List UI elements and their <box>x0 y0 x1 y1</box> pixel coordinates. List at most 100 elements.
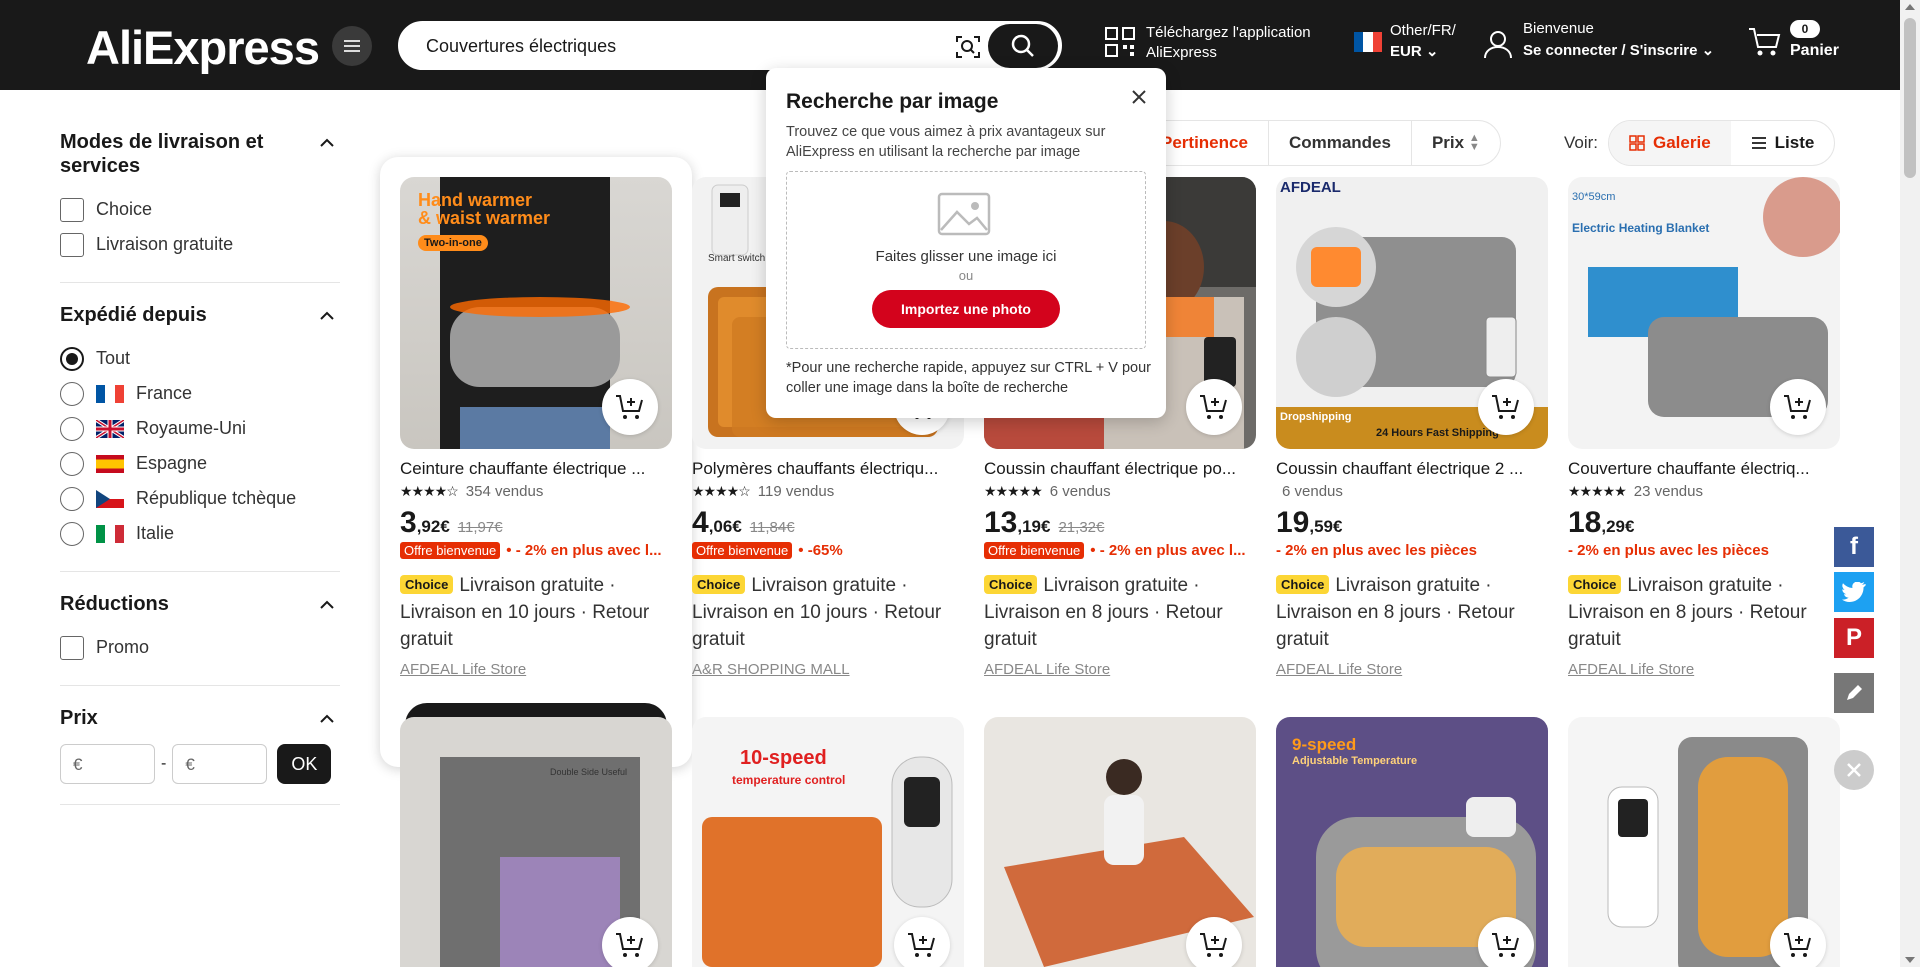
product-card[interactable]: 30*59cm Electric Heating Blanket Couvert… <box>1568 177 1840 678</box>
ship-from-italy[interactable]: Italie <box>60 516 340 551</box>
sort-orders[interactable]: Commandes <box>1267 121 1411 165</box>
add-to-cart-button[interactable] <box>1478 379 1534 435</box>
cart-label: Panier <box>1790 42 1839 59</box>
radio-button[interactable] <box>60 451 84 476</box>
add-to-cart-button[interactable] <box>1478 917 1534 967</box>
scrollbar-thumb[interactable] <box>1904 18 1916 178</box>
upload-photo-button[interactable]: Importez une photo <box>872 290 1060 328</box>
scroll-up-arrow-icon[interactable] <box>1905 4 1915 10</box>
welcome-offer-badge: Offre bienvenue <box>400 542 501 559</box>
checkbox[interactable] <box>60 197 84 222</box>
product-title[interactable]: Couverture chauffante électriq... <box>1568 459 1840 479</box>
store-link[interactable]: AFDEAL Life Store <box>400 661 672 678</box>
ship-from-all[interactable]: Tout <box>60 341 340 376</box>
radio-button[interactable] <box>60 416 84 441</box>
product-card[interactable]: Double Side Useful <box>400 717 672 967</box>
store-link[interactable]: AFDEAL Life Store <box>1568 661 1840 678</box>
price-min-input[interactable]: € <box>60 744 155 784</box>
store-link[interactable]: AFDEAL Life Store <box>1276 661 1548 678</box>
aliexpress-logo[interactable]: AliExpress <box>86 20 320 75</box>
close-icon[interactable] <box>1130 88 1148 106</box>
add-to-cart-button[interactable] <box>602 379 658 435</box>
or-text: ou <box>958 268 974 283</box>
product-card[interactable]: 9-speed Adjustable Temperature <box>1276 717 1548 967</box>
twitter-share-button[interactable] <box>1834 572 1874 612</box>
product-image[interactable]: Hand warmer & waist warmer Two-in-one <box>400 177 672 449</box>
ship-from-czech[interactable]: République tchèque <box>60 481 340 516</box>
product-image[interactable]: 10-speed temperature control <box>692 717 964 967</box>
sign-in-link[interactable]: Se connecter / S'inscrire ⌄ <box>1523 41 1714 59</box>
product-card[interactable]: 10-speed temperature control <box>692 717 964 967</box>
product-title[interactable]: Ceinture chauffante électrique ... <box>400 459 672 479</box>
product-card[interactable] <box>984 717 1256 967</box>
page-scrollbar[interactable] <box>1900 0 1920 967</box>
image-caption: 24 Hours Fast Shipping <box>1376 427 1499 439</box>
product-image[interactable] <box>1568 717 1840 967</box>
view-gallery[interactable]: Galerie <box>1609 121 1731 165</box>
filter-option-free-shipping[interactable]: Livraison gratuite <box>60 227 340 262</box>
image-search-icon[interactable] <box>954 33 982 61</box>
ship-from-france[interactable]: France <box>60 376 340 411</box>
download-app-link[interactable]: Téléchargez l'application AliExpress <box>1104 24 1324 68</box>
search-icon <box>1011 34 1034 57</box>
radio-button[interactable] <box>60 521 84 546</box>
filter-option-choice[interactable]: Choice <box>60 192 340 227</box>
product-card[interactable]: Hand warmer & waist warmer Two-in-one Cei… <box>400 177 672 678</box>
add-to-cart-button[interactable] <box>1770 917 1826 967</box>
shipping-info: Choice Livraison gratuite · Livraison en … <box>692 575 942 650</box>
product-card[interactable]: AFDEAL Dropshipping 24 Hours Fast Shippi… <box>1276 177 1548 678</box>
radio-button[interactable] <box>60 346 84 371</box>
product-image[interactable]: 9-speed Adjustable Temperature <box>1276 717 1548 967</box>
checkbox[interactable] <box>60 635 84 660</box>
add-to-cart-button[interactable] <box>1186 917 1242 967</box>
chevron-up-icon[interactable] <box>320 712 334 726</box>
welcome-offer-badge: Offre bienvenue <box>984 542 1085 559</box>
store-link[interactable]: A&R SHOPPING MALL <box>692 661 964 678</box>
category-menu-button[interactable] <box>332 26 372 66</box>
product-image[interactable] <box>984 717 1256 967</box>
product-image[interactable]: 30*59cm Electric Heating Blanket <box>1568 177 1840 449</box>
edit-share-button[interactable] <box>1834 673 1874 713</box>
user-icon <box>1484 31 1512 59</box>
chevron-up-icon[interactable] <box>320 136 334 150</box>
product-rating: ★★★★☆ 354 vendus <box>400 483 672 500</box>
choice-badge: Choice <box>984 575 1038 594</box>
chevron-up-icon[interactable] <box>320 309 334 323</box>
add-to-cart-button[interactable] <box>894 917 950 967</box>
facebook-share-button[interactable]: f <box>1834 527 1874 567</box>
option-label: Choice <box>96 199 153 219</box>
product-title[interactable]: Coussin chauffant électrique 2 ... <box>1276 459 1548 479</box>
product-title[interactable]: Coussin chauffant électrique po... <box>984 459 1256 479</box>
product-image[interactable]: Double Side Useful <box>400 717 672 967</box>
add-to-cart-button[interactable] <box>1186 379 1242 435</box>
option-label: Livraison gratuite <box>96 234 234 254</box>
close-share-button[interactable] <box>1834 750 1874 790</box>
pinterest-share-button[interactable]: P <box>1834 618 1874 658</box>
chevron-up-icon[interactable] <box>320 598 334 612</box>
spain-flag-icon <box>96 454 124 473</box>
price-ok-button[interactable]: OK <box>277 744 332 784</box>
product-image[interactable]: AFDEAL Dropshipping 24 Hours Fast Shippi… <box>1276 177 1548 449</box>
view-list[interactable]: Liste <box>1731 121 1835 165</box>
cart-button[interactable]: 0 Panier <box>1748 18 1848 68</box>
add-to-cart-button[interactable] <box>602 917 658 967</box>
product-rating: ★★★★★ 23 vendus <box>1568 483 1840 500</box>
radio-button[interactable] <box>60 381 84 406</box>
product-card[interactable] <box>1568 717 1840 967</box>
checkbox[interactable] <box>60 232 84 257</box>
product-title[interactable]: Polymères chauffants électriqu... <box>692 459 964 479</box>
image-caption: Hand warmer & waist warmer <box>418 190 551 228</box>
image-drop-zone[interactable]: Faites glisser une image ici ou Importez… <box>786 171 1146 349</box>
price-max-input[interactable]: € <box>172 744 268 784</box>
hamburger-icon <box>344 45 360 47</box>
scroll-down-arrow-icon[interactable] <box>1905 957 1915 963</box>
add-to-cart-button[interactable] <box>1770 379 1826 435</box>
radio-button[interactable] <box>60 486 84 511</box>
ship-from-uk[interactable]: Royaume-Uni <box>60 411 340 446</box>
search-input[interactable] <box>426 33 926 59</box>
filter-option-promo[interactable]: Promo <box>60 630 340 665</box>
sort-price[interactable]: Prix ▲ ▼ <box>1410 121 1500 165</box>
ship-from-spain[interactable]: Espagne <box>60 446 340 481</box>
store-link[interactable]: AFDEAL Life Store <box>984 661 1256 678</box>
search-button[interactable] <box>988 24 1058 68</box>
